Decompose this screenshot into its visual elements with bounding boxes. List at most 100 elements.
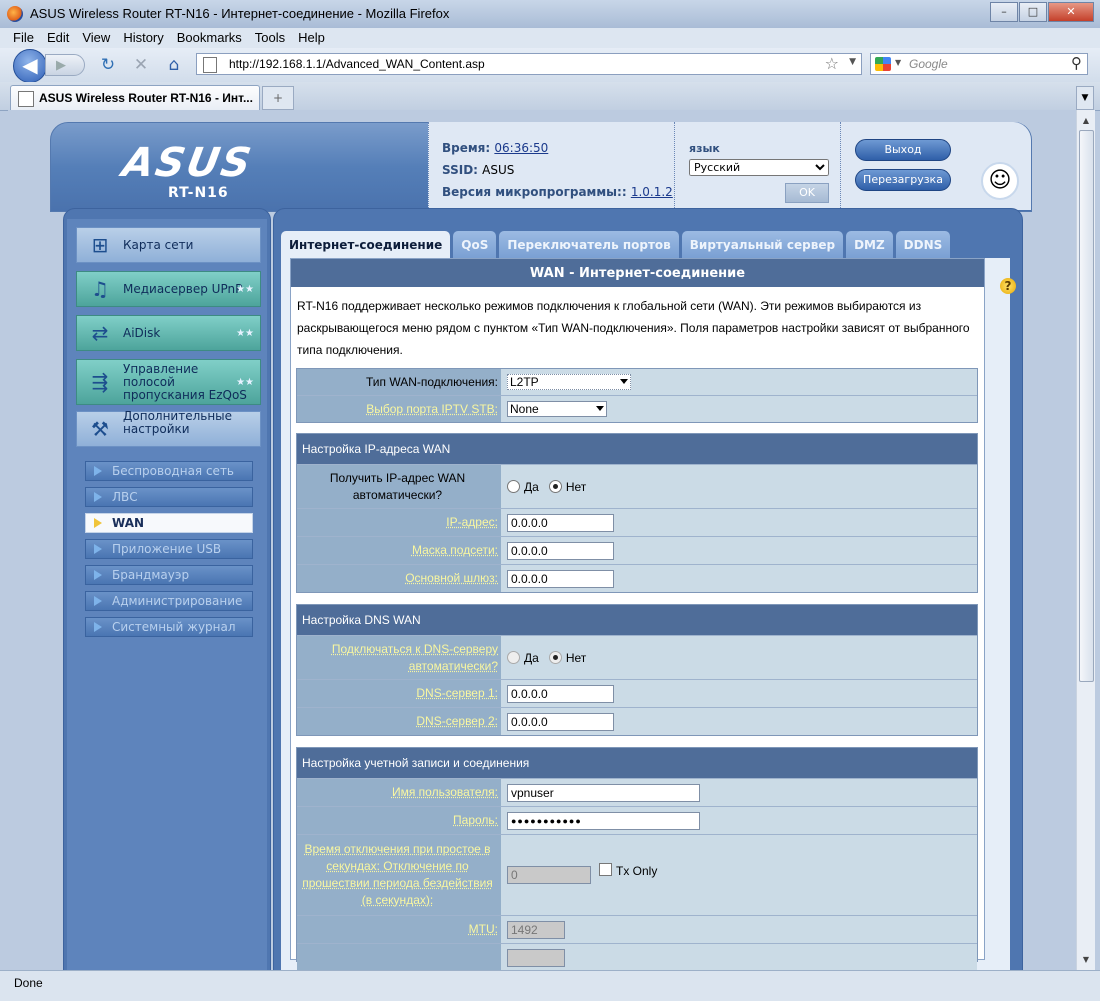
forward-button[interactable]: ▶ [45, 54, 85, 76]
menu-bookmarks[interactable]: Bookmarks [169, 28, 247, 45]
menu-history[interactable]: History [115, 28, 168, 45]
maximize-button[interactable]: □ [1019, 2, 1047, 22]
sidebar-item-network-map[interactable]: ⊞ Карта сети [76, 227, 261, 263]
auto-ip-no-radio[interactable] [548, 480, 562, 493]
minimize-button[interactable]: – [990, 2, 1018, 22]
sidebar-item-ezqos[interactable]: ⇶ Управление полосой пропускания EzQoS ★… [76, 359, 261, 405]
menu-help[interactable]: Help [290, 28, 330, 45]
search-icon[interactable]: ⚲ [1071, 54, 1082, 72]
browser-tab[interactable]: ASUS Wireless Router RT-N16 - Инт... [10, 85, 260, 110]
bookmark-star-icon[interactable]: ☆ [825, 54, 839, 73]
menu-tools[interactable]: Tools [247, 28, 290, 45]
username-input[interactable]: vpnuser [507, 783, 700, 802]
submenu-usb-app[interactable]: Приложение USB [85, 539, 253, 559]
dns1-input[interactable]: 0.0.0.0 [507, 684, 614, 703]
sidebar-item-label: AiDisk [123, 325, 161, 340]
table-row [297, 943, 977, 970]
tab-ddns[interactable]: DDNS [895, 231, 951, 258]
vertical-scrollbar[interactable]: ▲ ▼ [1076, 110, 1095, 970]
submenu-administration[interactable]: Администрирование [85, 591, 253, 611]
wan-type-label: Тип WAN-подключения: [297, 369, 501, 395]
ip-address-input[interactable]: 0.0.0.0 [507, 513, 614, 532]
auto-dns-yes-radio[interactable] [507, 651, 520, 664]
tab-list-button[interactable]: ▼ [1076, 86, 1094, 110]
table-row: Основной шлюз: 0.0.0.0 [297, 564, 977, 592]
close-window-button[interactable]: ✕ [1048, 2, 1094, 22]
scroll-up-icon[interactable]: ▲ [1077, 112, 1095, 129]
time-link[interactable]: 06:36:50 [494, 141, 548, 155]
tx-only-label: Tx Only [616, 864, 658, 878]
password-input[interactable]: ●●●●●●●●●●● [507, 811, 700, 830]
submenu-wan[interactable]: WAN [85, 513, 253, 533]
submenu-lan[interactable]: ЛВС [85, 487, 253, 507]
next-field-input[interactable] [507, 948, 565, 967]
gateway-input[interactable]: 0.0.0.0 [507, 569, 614, 588]
logout-button[interactable]: Выход [855, 139, 951, 161]
window-titlebar: ASUS Wireless Router RT-N16 - Интернет-с… [0, 0, 1100, 29]
mtu-input[interactable]: 1492 [507, 920, 565, 939]
firefox-logo-icon [7, 6, 23, 22]
arrow-right-icon [94, 518, 102, 528]
aidisk-icon: ⇄ [91, 321, 109, 345]
auto-dns-no-radio[interactable] [548, 651, 562, 664]
submenu-firewall[interactable]: Брандмауэр [85, 565, 253, 585]
address-bar[interactable]: http://192.168.1.1/Advanced_WAN_Content.… [196, 53, 862, 75]
search-box[interactable]: ▼ Google ⚲ [870, 53, 1088, 75]
language-select[interactable]: Русский [689, 159, 829, 176]
wan-type-select[interactable]: L2TP [507, 374, 631, 390]
iptv-port-select[interactable]: None [507, 401, 607, 417]
wan-type-table: Тип WAN-подключения: L2TP Выбор порта IP… [296, 368, 978, 423]
tab-qos[interactable]: QoS [453, 231, 497, 258]
submenu-system-log[interactable]: Системный журнал [85, 617, 253, 637]
menu-bar: File Edit View History Bookmarks Tools Help [0, 28, 1100, 48]
section-title: Настройка учетной записи и соединения [297, 748, 977, 778]
tab-internet-connection[interactable]: Интернет-соединение [281, 231, 451, 258]
mascot-icon: ☺ [981, 162, 1019, 200]
status-info-panel: Время: 06:36:50 SSID: ASUS Версия микроп… [428, 122, 674, 210]
reboot-button[interactable]: Перезагрузка [855, 169, 951, 191]
scrollbar-thumb[interactable] [1079, 130, 1094, 682]
submenu-wireless[interactable]: Беспроводная сеть [85, 461, 253, 481]
subnet-mask-input[interactable]: 0.0.0.0 [507, 541, 614, 560]
arrow-right-icon [94, 596, 102, 606]
tab-virtual-server[interactable]: Виртуальный сервер [681, 231, 844, 258]
sidebar-item-media-server[interactable]: ♫ Медиасервер UPnP ★★ [76, 271, 261, 307]
auto-ip-yes-radio[interactable] [507, 480, 520, 493]
help-icon[interactable]: ? [1000, 278, 1016, 294]
sidebar-item-aidisk[interactable]: ⇄ AiDisk ★★ [76, 315, 261, 351]
sidebar-item-label: Карта сети [123, 237, 194, 252]
table-row: Пароль: ●●●●●●●●●●● [297, 806, 977, 834]
table-row: Время отключения при простое в секундах:… [297, 834, 977, 915]
sidebar-item-label: Управление полосой пропускания EzQoS [123, 361, 247, 402]
sidebar-item-advanced[interactable]: ⚒ Дополнительные настройки [76, 410, 261, 447]
google-icon[interactable] [875, 57, 891, 71]
dns2-input[interactable]: 0.0.0.0 [507, 712, 614, 731]
username-label: Имя пользователя: [297, 779, 501, 806]
idle-timeout-input[interactable]: 0 [507, 866, 591, 884]
language-ok-button[interactable]: OK [785, 183, 829, 203]
chevron-down-icon[interactable]: ▼ [895, 58, 901, 67]
scroll-down-icon[interactable]: ▼ [1077, 951, 1095, 968]
menu-file[interactable]: File [0, 28, 39, 45]
reload-icon[interactable]: ↻ [97, 54, 119, 76]
firmware-link[interactable]: 1.0.1.2 [631, 185, 673, 199]
page-icon [18, 91, 34, 107]
time-label: Время: [442, 141, 491, 155]
radio-label: Да [524, 650, 539, 665]
tx-only-checkbox[interactable] [599, 862, 612, 876]
tab-dmz[interactable]: DMZ [846, 231, 893, 258]
firmware-label: Версия микропрограммы:: [442, 185, 627, 199]
arrow-right-icon [94, 466, 102, 476]
menu-edit[interactable]: Edit [39, 28, 74, 45]
back-button[interactable]: ◀ [13, 49, 47, 83]
menu-view[interactable]: View [74, 28, 115, 45]
chevron-down-icon[interactable]: ▼ [849, 57, 856, 67]
tab-port-switch[interactable]: Переключатель портов [499, 231, 679, 258]
intro-text: RT-N16 поддерживает несколько режимов по… [297, 299, 970, 357]
wan-settings-box: WAN - Интернет-соединение RT-N16 поддерж… [290, 258, 985, 970]
stop-icon[interactable]: ✕ [130, 54, 152, 76]
new-tab-button[interactable]: + [262, 86, 294, 110]
home-icon[interactable]: ⌂ [163, 54, 185, 76]
search-placeholder: Google [909, 57, 948, 71]
wan-dns-table: Настройка DNS WAN Подключаться к DNS-сер… [296, 604, 978, 736]
